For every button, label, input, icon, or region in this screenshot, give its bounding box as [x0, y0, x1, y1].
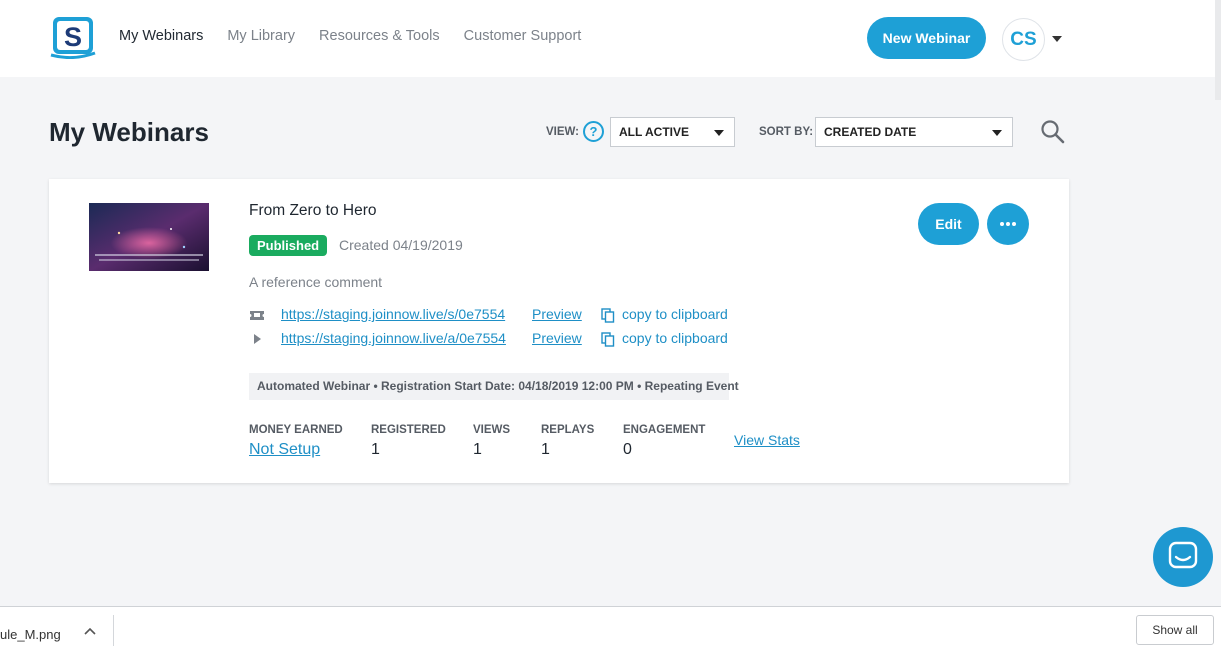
- edit-button[interactable]: Edit: [918, 203, 979, 245]
- stat-label: ENGAGEMENT: [623, 424, 706, 436]
- avatar-dropdown-caret-icon[interactable]: [1052, 36, 1062, 42]
- copy-icon[interactable]: [601, 308, 615, 323]
- top-navigation-bar: S My Webinars My Library Resources & Too…: [0, 0, 1221, 100]
- new-webinar-button[interactable]: New Webinar: [867, 17, 986, 59]
- nav-resources-tools[interactable]: Resources & Tools: [319, 28, 440, 44]
- registration-link[interactable]: https://staging.joinnow.live/s/0e7554: [281, 306, 505, 322]
- play-icon: [254, 334, 261, 344]
- webinar-title[interactable]: From Zero to Hero: [249, 202, 376, 220]
- stat-label: REGISTERED: [371, 424, 446, 436]
- stat-engagement: ENGAGEMENT 0: [623, 424, 705, 459]
- registration-copy-link[interactable]: copy to clipboard: [622, 306, 728, 322]
- stat-value-replays: 1: [541, 441, 550, 458]
- sort-by-label: SORT BY:: [759, 126, 814, 138]
- more-dot-icon: [1012, 222, 1016, 226]
- status-badge: Published: [249, 235, 328, 256]
- chat-icon: [1168, 541, 1198, 569]
- download-bar-divider: [113, 615, 114, 646]
- more-options-button[interactable]: [987, 203, 1029, 245]
- stat-value-views: 1: [473, 441, 482, 458]
- stat-registered: REGISTERED 1: [371, 424, 446, 459]
- show-all-button[interactable]: Show all: [1136, 615, 1214, 645]
- nav-my-webinars[interactable]: My Webinars: [119, 28, 203, 44]
- user-avatar[interactable]: CS: [1002, 18, 1045, 61]
- stat-value-registered: 1: [371, 441, 380, 458]
- copy-icon[interactable]: [601, 332, 615, 347]
- view-filter-select[interactable]: ALL ACTIVE: [610, 117, 735, 147]
- nav-my-library[interactable]: My Library: [227, 28, 295, 44]
- chevron-up-icon[interactable]: [84, 626, 96, 636]
- help-icon[interactable]: ?: [583, 121, 604, 142]
- view-stats-link[interactable]: View Stats: [734, 432, 800, 448]
- more-dot-icon: [1006, 222, 1010, 226]
- stat-replays: REPLAYS 1: [541, 424, 594, 459]
- stat-value-engagement: 0: [623, 441, 632, 458]
- download-file-name[interactable]: ule_M.png: [0, 627, 61, 642]
- attendee-preview-link[interactable]: Preview: [532, 330, 582, 346]
- download-bar: ule_M.png Show all: [0, 606, 1221, 646]
- stat-label: MONEY EARNED: [249, 424, 343, 436]
- svg-text:S: S: [64, 22, 82, 52]
- sort-by-value: CREATED DATE: [824, 125, 917, 139]
- stat-value-money-earned[interactable]: Not Setup: [249, 441, 343, 459]
- chevron-down-icon: [714, 130, 724, 136]
- webinar-info-bar: Automated Webinar • Registration Start D…: [249, 373, 739, 400]
- created-date: Created 04/19/2019: [339, 237, 463, 253]
- stat-views: VIEWS 1: [473, 424, 510, 459]
- page-title: My Webinars: [49, 117, 209, 147]
- app-logo-icon[interactable]: S: [49, 15, 97, 59]
- registration-preview-link[interactable]: Preview: [532, 306, 582, 322]
- page-scrollbar[interactable]: [1215, 0, 1221, 100]
- webinar-card: From Zero to Hero Published Created 04/1…: [49, 179, 1069, 483]
- webinar-thumbnail-image[interactable]: [89, 203, 209, 271]
- view-filter-value: ALL ACTIVE: [619, 125, 690, 139]
- attendee-copy-link[interactable]: copy to clipboard: [622, 330, 728, 346]
- view-filter-label: VIEW:: [546, 126, 580, 138]
- ticket-icon: [250, 311, 264, 320]
- stat-label: VIEWS: [473, 424, 511, 436]
- attendee-link[interactable]: https://staging.joinnow.live/a/0e7554: [281, 330, 506, 346]
- nav-customer-support[interactable]: Customer Support: [464, 28, 582, 44]
- webinar-comment: A reference comment: [249, 274, 383, 290]
- search-icon[interactable]: [1040, 119, 1066, 145]
- chat-widget-button[interactable]: [1153, 527, 1213, 587]
- more-dot-icon: [1000, 222, 1004, 226]
- stat-money-earned: MONEY EARNED Not Setup: [249, 424, 343, 459]
- sort-by-select[interactable]: CREATED DATE: [815, 117, 1013, 147]
- stat-label: REPLAYS: [541, 424, 595, 436]
- main-nav: My Webinars My Library Resources & Tools…: [119, 28, 581, 44]
- chevron-down-icon: [992, 130, 1002, 136]
